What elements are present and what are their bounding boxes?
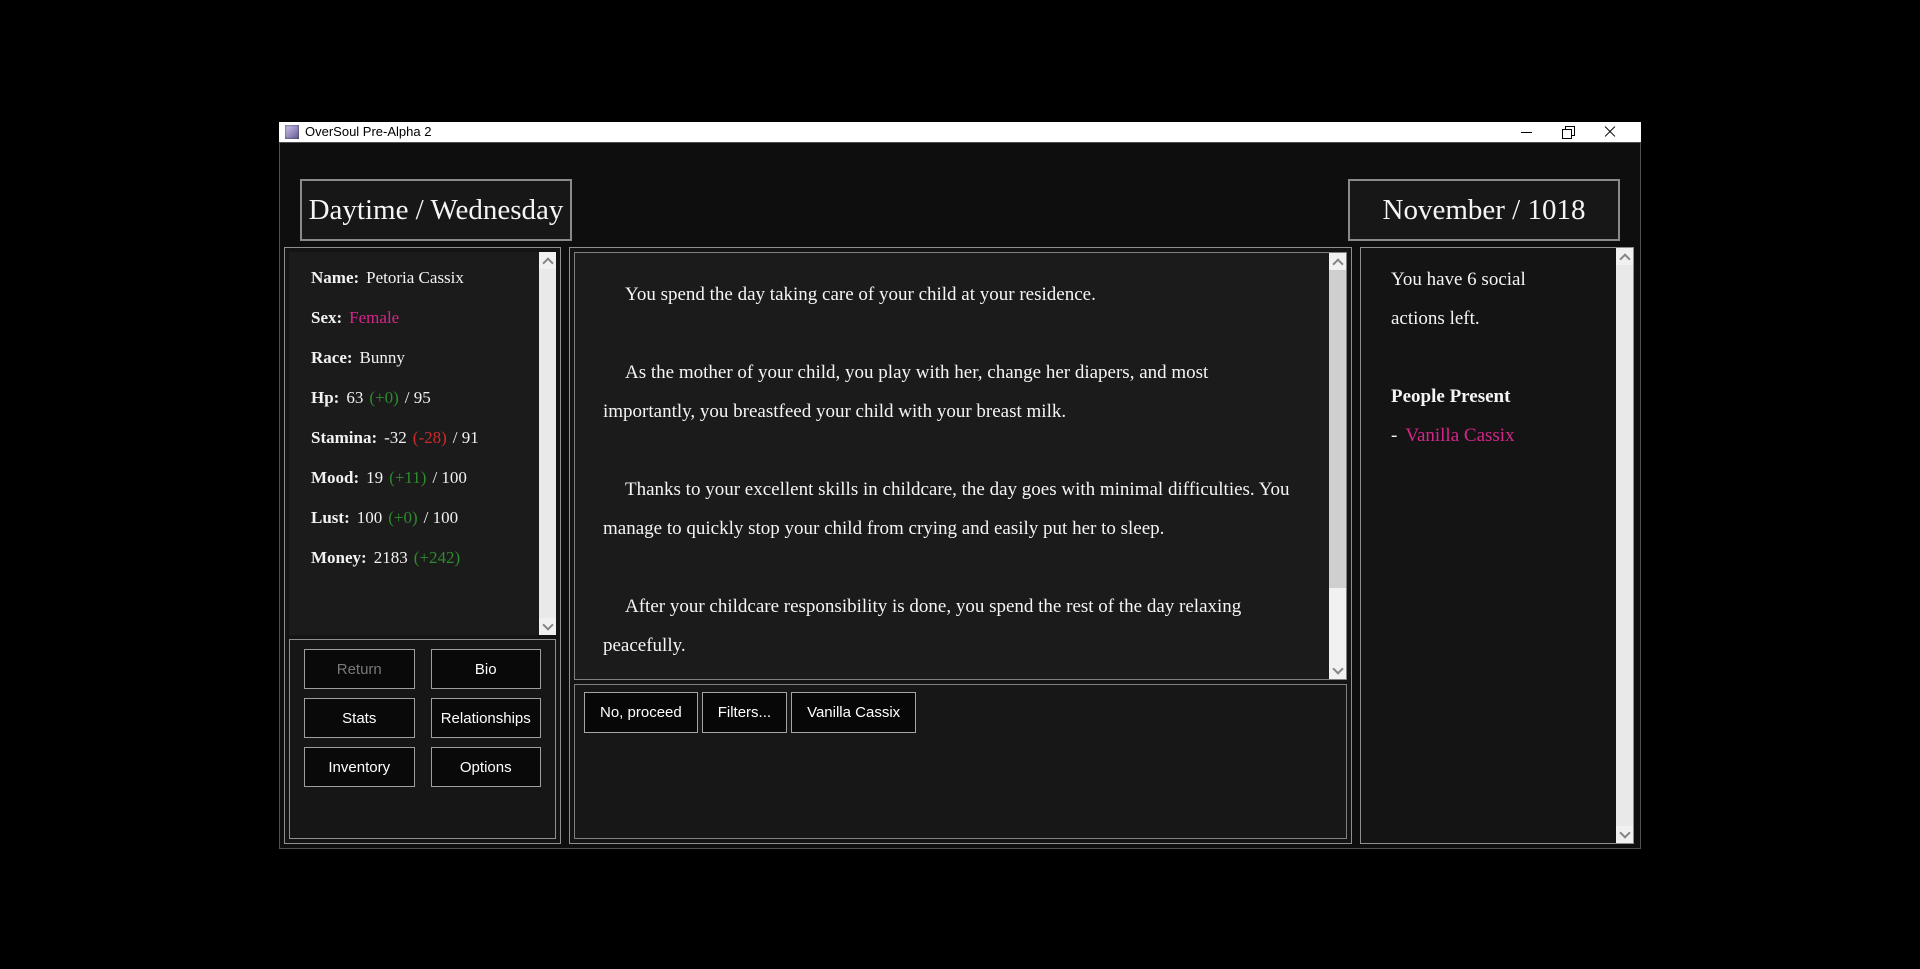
restore-button[interactable]: [1547, 122, 1589, 142]
character-panel: Name: Petoria Cassix Sex: Female Race: Bunn…: [284, 247, 561, 844]
minimize-icon: [1520, 131, 1532, 133]
stat-delta: (+0): [369, 388, 399, 407]
choice-filters-button[interactable]: Filters...: [701, 692, 788, 733]
people-present-header: People Present: [1391, 386, 1511, 407]
stat-row-name: Name: Petoria Cassix: [311, 258, 532, 298]
time-day-header: Daytime / Wednesday: [300, 179, 572, 241]
stat-max: / 100: [432, 468, 467, 487]
stat-value: 63: [346, 388, 364, 407]
stat-row-mood: Mood: 19 (+11) / 100: [311, 458, 532, 498]
stat-row-lust: Lust: 100 (+0) / 100: [311, 498, 532, 538]
story-column: You spend the day taking care of your ch…: [569, 247, 1352, 844]
date-header: November / 1018: [1348, 179, 1620, 241]
stat-value: Female: [349, 308, 400, 327]
chevron-down-icon: [1618, 826, 1631, 839]
person-name[interactable]: Vanilla Cassix: [1405, 425, 1514, 446]
stats-scrollbar[interactable]: [539, 252, 556, 635]
scroll-up-button[interactable]: [1329, 253, 1346, 270]
chevron-down-icon: [1331, 662, 1344, 675]
story-paragraph: You spend the day taking care of your ch…: [625, 284, 1096, 305]
relationships-button[interactable]: Relationships: [430, 698, 541, 738]
stat-value: 2183: [373, 548, 408, 567]
menu-panel: Return Bio Stats Relationships Inventory…: [289, 639, 556, 839]
stat-row-money: Money: 2183 (+242): [311, 538, 532, 578]
stat-label: Race:: [311, 348, 353, 367]
minimize-button[interactable]: [1505, 122, 1547, 142]
scrollbar-thumb[interactable]: [1329, 270, 1346, 588]
stats-list: Name: Petoria Cassix Sex: Female Race: Bunn…: [289, 252, 556, 578]
story-panel: You spend the day taking care of your ch…: [574, 252, 1347, 680]
stat-max: / 91: [452, 428, 479, 447]
stat-label: Mood:: [311, 468, 360, 487]
stat-label: Stamina:: [311, 428, 378, 447]
date-label: November / 1018: [1382, 193, 1586, 226]
stat-value: Petoria Cassix: [366, 268, 464, 287]
scrollbar-track[interactable]: [1329, 270, 1346, 662]
stat-label: Hp:: [311, 388, 340, 407]
window-content: Daytime / Wednesday November / 1018 Name…: [279, 142, 1641, 849]
social-scrollbar[interactable]: [1616, 248, 1633, 843]
social-actions-text: You have 6 social actions left.: [1391, 269, 1526, 329]
stat-max: / 95: [404, 388, 431, 407]
stat-row-sex: Sex: Female: [311, 298, 532, 338]
story-paragraph: As the mother of your child, you play wi…: [603, 362, 1209, 422]
window-title: OverSoul Pre-Alpha 2: [305, 124, 432, 139]
close-icon: [1604, 126, 1616, 138]
chevron-up-icon: [1331, 257, 1344, 270]
scroll-down-button[interactable]: [539, 618, 556, 635]
stat-delta: (-28): [412, 428, 447, 447]
stat-value: 100: [356, 508, 383, 527]
story-text: You spend the day taking care of your ch…: [575, 253, 1346, 665]
stat-max: / 100: [423, 508, 459, 527]
options-button[interactable]: Options: [430, 747, 541, 787]
stats-panel: Name: Petoria Cassix Sex: Female Race: Bunn…: [289, 252, 556, 635]
story-scrollbar[interactable]: [1329, 253, 1346, 679]
social-info: You have 6 social actions left. People P…: [1361, 248, 1633, 455]
stat-label: Lust:: [311, 508, 350, 527]
stat-value: 19: [366, 468, 384, 487]
stat-value: Bunny: [359, 348, 405, 367]
game-window: OverSoul Pre-Alpha 2 Daytime / Wednesday…: [279, 122, 1641, 849]
scrollbar-thumb[interactable]: [539, 269, 556, 618]
choice-no-proceed-button[interactable]: No, proceed: [584, 692, 698, 733]
stat-label: Sex:: [311, 308, 343, 327]
stat-row-stamina: Stamina: -32 (-28) / 91: [311, 418, 532, 458]
scrollbar-thumb[interactable]: [1616, 265, 1633, 826]
scrollbar-track[interactable]: [1616, 265, 1633, 826]
choice-vanilla-cassix-button[interactable]: Vanilla Cassix: [791, 692, 917, 733]
chevron-down-icon: [541, 618, 554, 631]
stat-label: Name:: [311, 268, 360, 287]
choices-panel: No, proceed Filters... Vanilla Cassix: [574, 684, 1347, 839]
titlebar: OverSoul Pre-Alpha 2: [279, 122, 1641, 142]
stats-button[interactable]: Stats: [304, 698, 415, 738]
person-dash: -: [1391, 425, 1398, 446]
app-icon: [285, 125, 299, 139]
bio-button[interactable]: Bio: [430, 649, 541, 689]
stat-row-hp: Hp: 63 (+0) / 95: [311, 378, 532, 418]
social-panel: You have 6 social actions left. People P…: [1360, 247, 1634, 844]
stat-delta: (+0): [388, 508, 418, 527]
stat-row-race: Race: Bunny: [311, 338, 532, 378]
return-button[interactable]: Return: [304, 649, 415, 689]
chevron-up-icon: [1618, 252, 1631, 265]
scroll-down-button[interactable]: [1616, 826, 1633, 843]
inventory-button[interactable]: Inventory: [304, 747, 415, 787]
scroll-down-button[interactable]: [1329, 662, 1346, 679]
person-list-item: - Vanilla Cassix: [1391, 416, 1613, 455]
chevron-up-icon: [541, 256, 554, 269]
stat-delta: (+242): [413, 548, 461, 567]
scroll-up-button[interactable]: [1616, 248, 1633, 265]
scrollbar-track[interactable]: [539, 269, 556, 618]
scroll-up-button[interactable]: [539, 252, 556, 269]
stat-label: Money:: [311, 548, 367, 567]
window-controls: [1505, 122, 1631, 142]
story-paragraph: Thanks to your excellent skills in child…: [603, 479, 1290, 539]
restore-icon: [1562, 126, 1575, 139]
main-columns: Name: Petoria Cassix Sex: Female Race: Bunn…: [284, 247, 1634, 844]
close-button[interactable]: [1589, 122, 1631, 142]
story-paragraph: After your childcare responsibility is d…: [603, 596, 1242, 656]
stat-delta: (+11): [389, 468, 427, 487]
stat-value: -32: [384, 428, 407, 447]
time-day-label: Daytime / Wednesday: [308, 193, 564, 226]
